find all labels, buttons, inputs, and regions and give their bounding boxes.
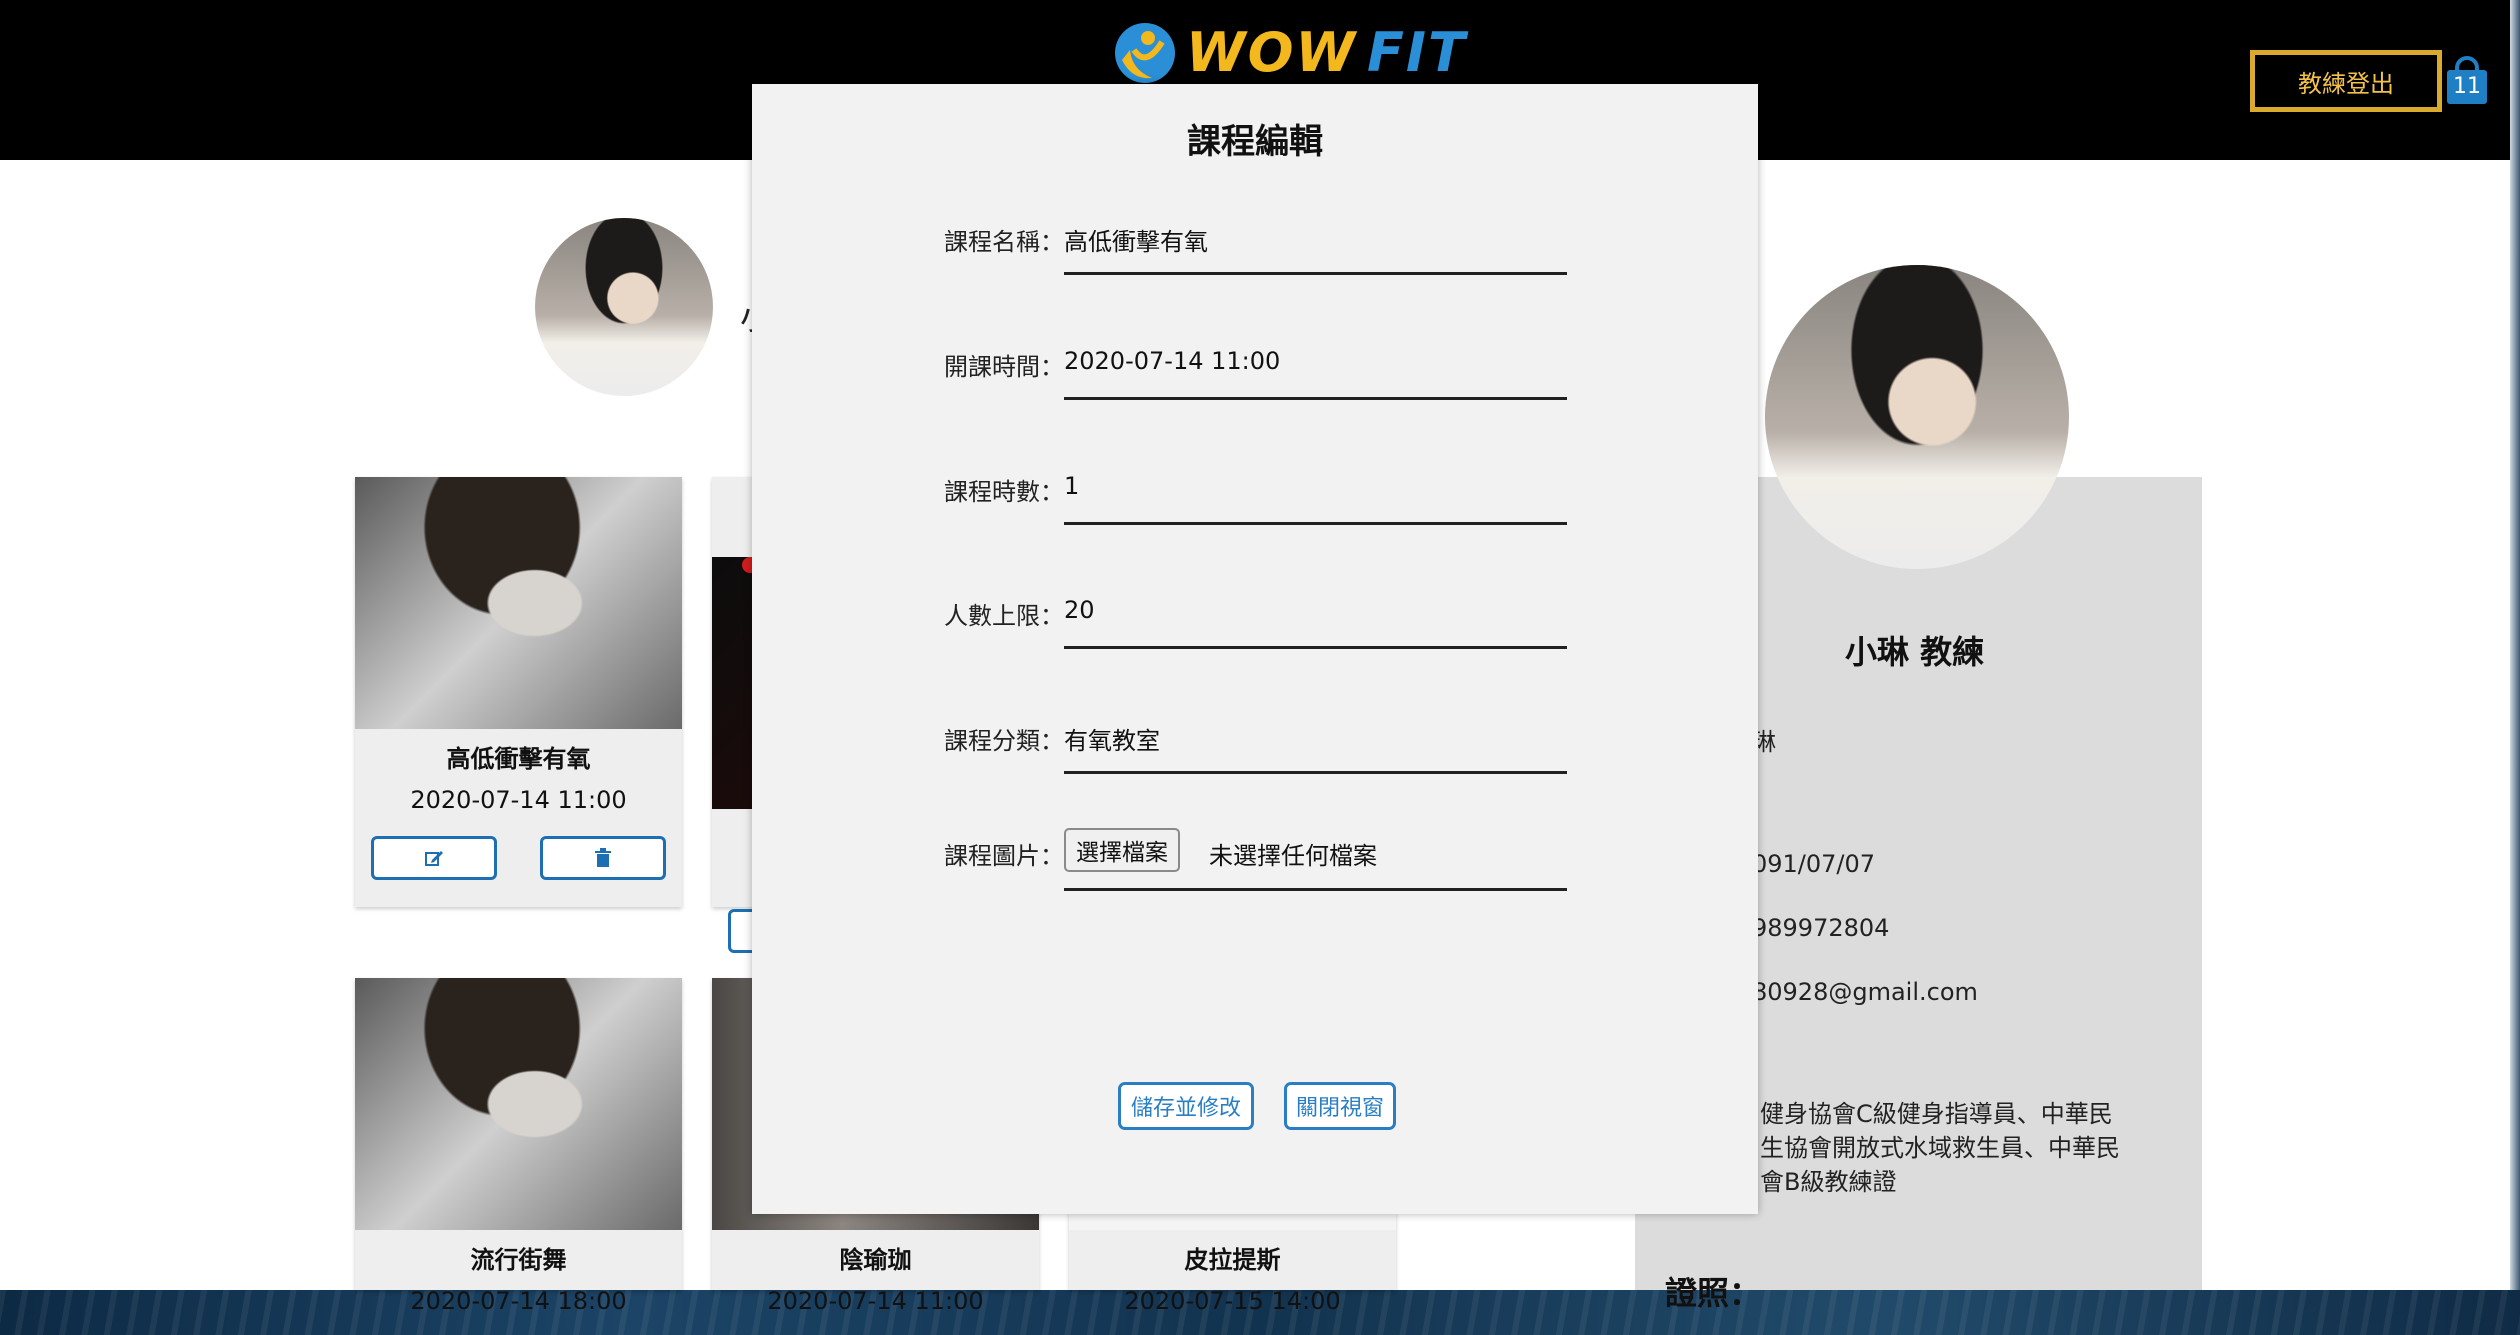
delete-course-button[interactable] <box>540 836 666 880</box>
course-name-field-row: 課程名稱： 高低衝擊有氧 <box>944 214 1574 275</box>
modal-title: 課程編輯 <box>1187 122 1323 162</box>
course-date: 2020-07-15 14:00 <box>1124 1287 1341 1315</box>
save-changes-button[interactable]: 儲存並修改 <box>1118 1082 1254 1130</box>
profile-desc-line: 會B級教練證 <box>1760 1168 1897 1196</box>
input-underline <box>1064 771 1567 774</box>
course-edit-modal: 課程編輯 課程名稱： 高低衝擊有氧 開課時間： 2020-07-14 11:00… <box>752 84 1758 1214</box>
category-label: 課程分類： <box>944 727 1064 755</box>
wowfit-logo[interactable]: WOW FIT <box>1112 18 1467 88</box>
start-time-field-row: 開課時間： 2020-07-14 11:00 <box>944 339 1574 400</box>
window-edge <box>2510 0 2520 1290</box>
input-underline <box>1064 522 1567 525</box>
profile-desc-line: 健身協會C級健身指導員、中華民 <box>1760 1100 2113 1128</box>
course-date: 2020-07-14 18:00 <box>410 1287 627 1315</box>
start-time-label: 開課時間： <box>944 353 1064 381</box>
course-title: 流行街舞 <box>470 1246 567 1274</box>
course-name-input[interactable]: 高低衝擊有氧 <box>1064 222 1208 257</box>
file-status-text: 未選擇任何檔案 <box>1209 842 1377 870</box>
course-date: 2020-07-14 11:00 <box>410 786 627 814</box>
course-title: 皮拉提斯 <box>1184 1246 1281 1274</box>
duration-label: 課程時數： <box>944 478 1064 506</box>
choose-file-button[interactable]: 選擇檔案 <box>1064 828 1180 872</box>
course-title: 陰瑜珈 <box>839 1246 912 1274</box>
edit-course-button[interactable] <box>371 836 497 880</box>
logo-fit-text: FIT <box>1367 21 1467 84</box>
edit-icon <box>425 851 443 866</box>
cart-button[interactable]: 11 <box>2445 56 2489 106</box>
logo-wow-text: WOW <box>1186 21 1358 84</box>
profile-desc-line: 生協會開放式水域救生員、中華民 <box>1760 1134 2120 1162</box>
coach-logout-button[interactable]: 教練登出 <box>2250 50 2442 112</box>
course-image-field-row: 課程圖片： 選擇檔案 未選擇任何檔案 <box>944 828 1574 908</box>
course-date: 2020-07-14 11:00 <box>767 1287 984 1315</box>
duration-input[interactable]: 1 <box>1064 472 1079 500</box>
logo-emblem-icon <box>1112 20 1178 86</box>
category-field-row: 課程分類： 有氧教室 <box>944 713 1574 774</box>
course-image <box>355 978 682 1230</box>
coach-avatar-small <box>535 218 713 396</box>
close-window-button[interactable]: 關閉視窗 <box>1284 1082 1396 1130</box>
input-underline <box>1064 888 1567 891</box>
logo-wordmark: WOW FIT <box>1186 26 1467 80</box>
input-underline <box>1064 646 1567 649</box>
course-card: 高低衝擊有氧 2020-07-14 11:00 <box>355 477 682 907</box>
start-time-input[interactable]: 2020-07-14 11:00 <box>1064 347 1280 375</box>
profile-phone-fragment: 989972804 <box>1752 914 1890 942</box>
category-input[interactable]: 有氧教室 <box>1064 721 1160 756</box>
coach-profile-name: 小琳 教練 <box>1845 633 1985 671</box>
capacity-label: 人數上限： <box>944 602 1064 630</box>
course-card: 流行街舞 2020-07-14 18:00 <box>355 978 682 1315</box>
duration-field-row: 課程時數： 1 <box>944 464 1574 525</box>
course-title: 高低衝擊有氧 <box>446 745 591 773</box>
trash-icon <box>595 848 611 867</box>
input-underline <box>1064 397 1567 400</box>
capacity-field-row: 人數上限： 20 <box>944 588 1574 649</box>
input-underline <box>1064 272 1567 275</box>
profile-email-fragment: 80928@gmail.com <box>1752 978 1978 1006</box>
course-image-label: 課程圖片： <box>944 842 1064 870</box>
course-image <box>355 477 682 729</box>
course-name-label: 課程名稱： <box>944 228 1064 256</box>
cart-count-badge: 11 <box>2453 74 2481 99</box>
profile-birthday-fragment: 091/07/07 <box>1752 850 1876 878</box>
capacity-input[interactable]: 20 <box>1064 596 1095 624</box>
coach-avatar-large <box>1765 265 2069 569</box>
certificates-heading: 證照： <box>1665 1274 1762 1312</box>
